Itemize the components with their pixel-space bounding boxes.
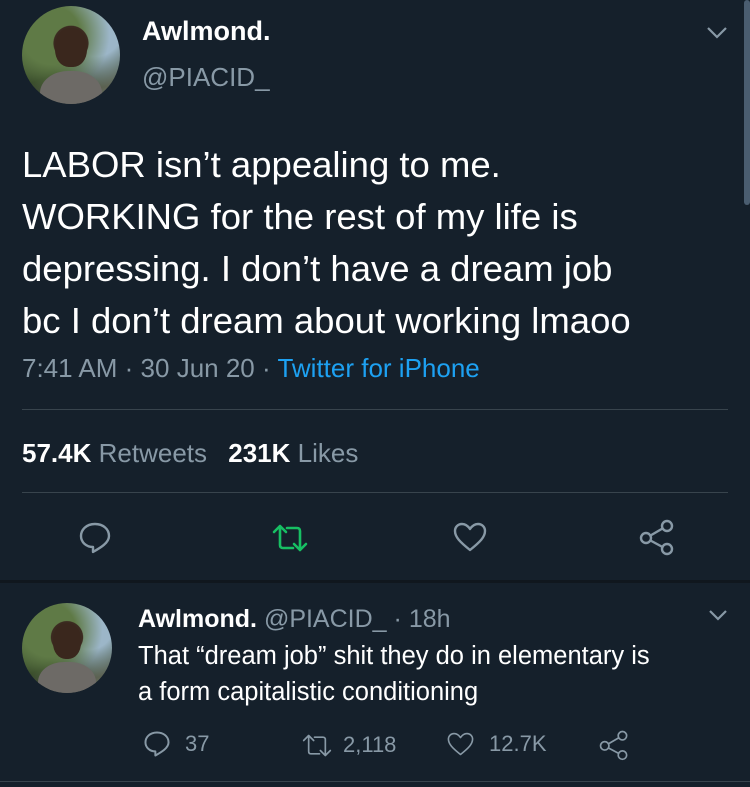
reply-action[interactable]: 37 — [143, 730, 209, 758]
retweet-count: 2,118 — [343, 732, 397, 757]
divider — [0, 781, 750, 782]
likes-count: 231K — [228, 438, 291, 468]
display-name[interactable]: Awlmond. — [138, 605, 257, 633]
tweet-meta: 7:41 AM · 30 Jun 20 · Twitter for iPhone — [22, 353, 480, 384]
heart-icon[interactable] — [446, 731, 475, 757]
tweet-text-line: LABOR isn’t appealing to me. — [22, 144, 501, 185]
like-count: 12.7K — [489, 731, 547, 756]
divider — [22, 492, 728, 493]
reply-header: Awlmond. @PIACID_ · 18h — [138, 605, 451, 634]
retweets-count: 57.4K — [22, 438, 92, 468]
reply-time[interactable]: 18h — [409, 605, 451, 633]
avatar[interactable] — [22, 603, 112, 693]
tweet-text: LABOR isn’t appealing to me. WORKING for… — [22, 139, 631, 347]
reply-text: That “dream job” shit they do in element… — [138, 638, 650, 710]
separator: · — [262, 353, 271, 383]
reply-text-line: That “dream job” shit they do in element… — [138, 642, 650, 670]
reply-icon[interactable] — [143, 730, 171, 758]
handle[interactable]: @PIACID_ — [142, 62, 270, 93]
tweet-time[interactable]: 7:41 AM — [22, 353, 117, 383]
tweet-text-line: bc I don’t dream about working lmaoo — [22, 300, 631, 341]
avatar[interactable] — [22, 6, 120, 104]
separator: · — [393, 605, 402, 633]
separator: · — [124, 353, 134, 383]
tweet-date[interactable]: 30 Jun 20 — [141, 353, 255, 383]
reply-text-line: a form capitalistic conditioning — [138, 678, 479, 706]
tweet-text-line: WORKING for the rest of my life is — [22, 196, 578, 237]
retweets-label: Retweets — [98, 438, 208, 468]
retweet-action[interactable]: 2,118 — [301, 732, 396, 758]
retweet-icon[interactable] — [271, 523, 309, 553]
heart-icon[interactable] — [452, 521, 488, 553]
scrollbar[interactable] — [744, 0, 750, 205]
retweet-icon[interactable] — [301, 733, 333, 758]
reply-icon[interactable] — [78, 521, 112, 555]
likes-label: Likes — [297, 438, 359, 468]
chevron-down-icon[interactable] — [706, 26, 728, 40]
retweets-stat[interactable]: 57.4K Retweets — [22, 438, 214, 468]
tweet-stats: 57.4K Retweets 231K Likes — [22, 438, 358, 469]
likes-stat[interactable]: 231K Likes — [228, 438, 358, 468]
chevron-down-icon[interactable] — [708, 609, 728, 622]
like-action[interactable]: 12.7K — [446, 731, 547, 757]
divider — [22, 409, 728, 410]
reply-count: 37 — [185, 731, 210, 756]
tweet-source[interactable]: Twitter for iPhone — [277, 353, 479, 383]
share-icon[interactable] — [598, 729, 630, 761]
handle[interactable]: @PIACID_ — [264, 605, 387, 633]
share-icon[interactable] — [638, 518, 676, 556]
display-name[interactable]: Awlmond. — [142, 16, 271, 47]
section-separator — [0, 580, 750, 583]
tweet-text-line: depressing. I don’t have a dream job — [22, 248, 613, 289]
